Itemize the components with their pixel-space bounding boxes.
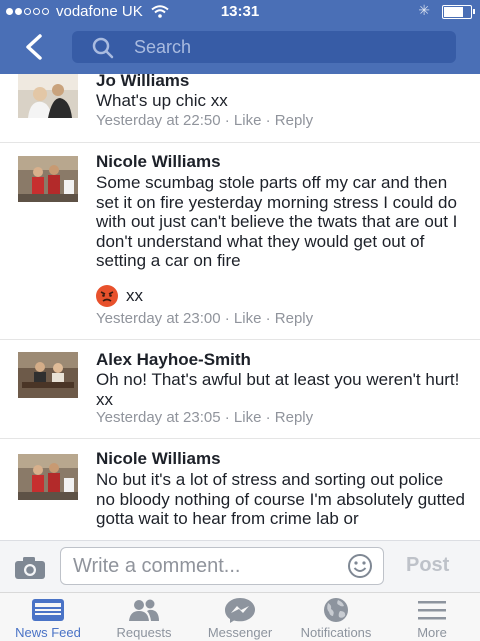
friend-requests-icon (129, 599, 159, 621)
comment-timestamp: Yesterday at 23:05 (96, 409, 221, 426)
post-button[interactable]: Post (406, 554, 449, 577)
comment-input[interactable]: Write a comment... (60, 547, 384, 585)
angry-face-icon (96, 285, 118, 307)
comment-text: No but it's a lot of stress and sorting … (96, 470, 465, 528)
comment-author[interactable]: Alex Hayhoe-Smith (96, 350, 251, 370)
tab-label: Notifications (300, 625, 372, 640)
reply-link[interactable]: Reply (275, 310, 313, 327)
search-input[interactable]: Search (72, 31, 456, 63)
comment-author[interactable]: Jo Williams (96, 74, 189, 91)
divider (0, 438, 480, 439)
comment-item: Alex Hayhoe-Smith Oh no! That's awful bu… (0, 350, 480, 442)
comment-meta: Yesterday at 23:00 · Like · Reply (96, 310, 314, 327)
avatar[interactable] (18, 156, 78, 202)
emoji-smile-icon[interactable] (347, 553, 373, 579)
tab-label: More (417, 625, 447, 640)
header-bar: vodafone UK 13:31 ✳ Search (0, 0, 480, 74)
comment-composer: Write a comment... Post (0, 540, 480, 593)
camera-icon[interactable] (14, 556, 46, 580)
comment-item: Jo Williams What's up chic xx Yesterday … (0, 74, 480, 144)
search-placeholder: Search (134, 37, 192, 57)
tab-news-feed[interactable]: News Feed (0, 593, 96, 641)
comment-timestamp: Yesterday at 22:50 (96, 112, 221, 129)
reply-link[interactable]: Reply (275, 409, 313, 426)
comment-placeholder: Write a comment... (73, 555, 241, 577)
divider (0, 339, 480, 340)
tab-messenger[interactable]: Messenger (192, 593, 288, 641)
like-link[interactable]: Like (234, 409, 262, 426)
tab-more[interactable]: More (384, 593, 480, 641)
globe-icon (324, 598, 348, 622)
comment-author[interactable]: Nicole Williams (96, 449, 221, 469)
comment-text: What's up chic xx (96, 91, 228, 110)
comment-text: Some scumbag stole parts off my car and … (96, 173, 458, 270)
activity-spinner-icon: ✳ (418, 2, 430, 18)
back-arrow-icon[interactable] (20, 32, 50, 62)
comment-author[interactable]: Nicole Williams (96, 152, 221, 172)
search-icon (92, 37, 114, 59)
comment-suffix: xx (126, 286, 143, 305)
news-feed-icon (32, 599, 64, 621)
comment-item: Nicole Williams Some scumbag stole parts… (0, 152, 480, 344)
tab-label: Messenger (207, 625, 273, 640)
comment-text: Oh no! That's awful but at least you wer… (96, 370, 460, 409)
divider (0, 142, 480, 143)
reply-link[interactable]: Reply (275, 112, 313, 129)
tab-label: Requests (116, 625, 172, 640)
messenger-icon (225, 598, 255, 623)
tab-label: News Feed (15, 625, 81, 640)
battery-icon (442, 5, 475, 19)
like-link[interactable]: Like (234, 112, 262, 129)
bottom-tab-bar: News Feed Requests Messenger Notificatio… (0, 592, 480, 641)
status-bar: vodafone UK 13:31 ✳ (0, 0, 480, 24)
tab-notifications[interactable]: Notifications (288, 593, 384, 641)
comment-meta: Yesterday at 22:50 · Like · Reply (96, 112, 314, 129)
like-link[interactable]: Like (234, 310, 262, 327)
comment-list[interactable]: Jo Williams What's up chic xx Yesterday … (0, 74, 480, 540)
menu-icon (418, 601, 446, 620)
comment-item: Nicole Williams No but it's a lot of str… (0, 449, 480, 540)
clock: 13:31 (220, 3, 260, 20)
avatar[interactable] (18, 74, 78, 118)
comment-emoji-line: xx (96, 285, 143, 307)
tab-requests[interactable]: Requests (96, 593, 192, 641)
comment-timestamp: Yesterday at 23:00 (96, 310, 221, 327)
comment-meta: Yesterday at 23:05 · Like · Reply (96, 409, 314, 426)
avatar[interactable] (18, 352, 78, 398)
avatar[interactable] (18, 454, 78, 500)
